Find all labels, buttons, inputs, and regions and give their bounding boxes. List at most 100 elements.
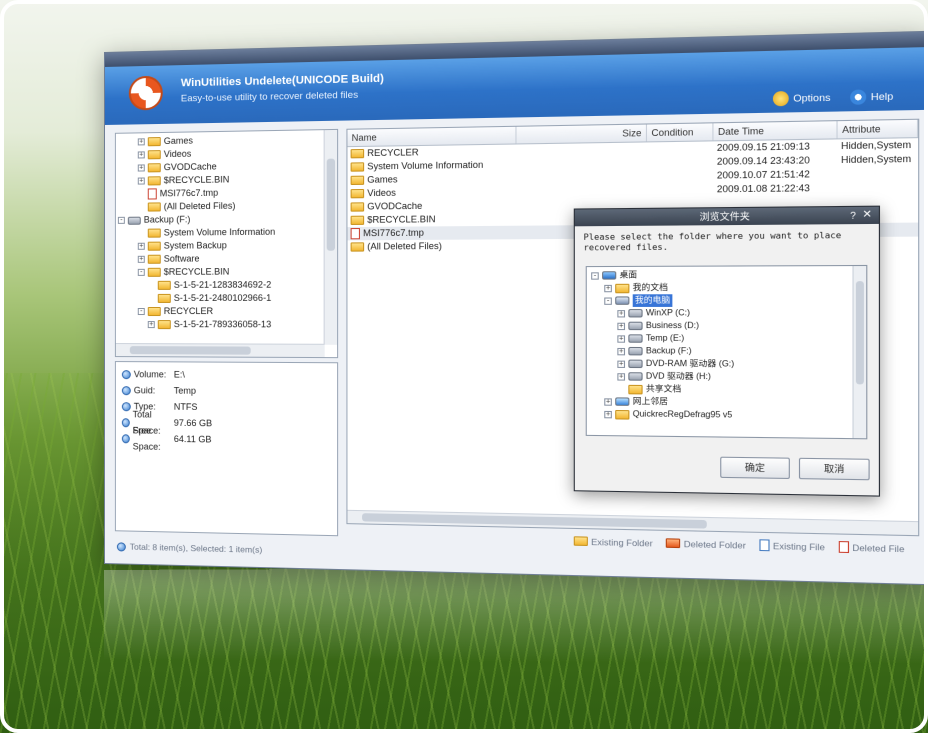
folder-icon	[147, 228, 161, 238]
drive-icon	[628, 372, 643, 381]
tree-item-label: S-1-5-21-2480102966-1	[173, 292, 272, 303]
info-key: Free Space:	[121, 422, 174, 455]
expand-icon[interactable]: +	[147, 321, 155, 329]
dialog-tree-item[interactable]: + 我的文档	[591, 281, 866, 294]
info-icon	[121, 433, 130, 443]
expand-icon[interactable]: +	[617, 309, 626, 317]
tree-hscroll-thumb[interactable]	[129, 346, 251, 355]
dialog-cancel-button[interactable]: 取消	[798, 457, 870, 481]
dialog-tree-item-label: Backup (F:)	[645, 345, 692, 356]
tree-item-label: Videos	[163, 148, 192, 160]
tree-vscroll-thumb[interactable]	[326, 158, 336, 251]
drive-tree[interactable]: + Games + Videos + GVODCache + $RECYCLE.BIN MSI7…	[114, 128, 339, 359]
tree-item[interactable]: - RECYCLER	[118, 305, 337, 318]
tree-horizontal-scrollbar[interactable]	[115, 343, 325, 358]
help-button[interactable]: Help	[850, 89, 893, 105]
file-list-hscroll-thumb[interactable]	[362, 513, 707, 529]
dialog-tree-item-label: DVD 驱动器 (H:)	[645, 371, 711, 382]
dialog-help-button[interactable]: ?	[850, 207, 856, 224]
dialog-close-button[interactable]: ✕	[862, 207, 872, 224]
expand-icon[interactable]: +	[137, 151, 145, 159]
file-attribute-cell: Hidden,System	[841, 139, 912, 152]
dialog-folder-tree[interactable]: - 桌面 + 我的文档 - 我的电脑 + WinXP (C:) + Business (D:) + T…	[585, 264, 868, 440]
file-name-cell: $RECYCLE.BIN	[347, 212, 516, 227]
folder-icon	[350, 175, 365, 186]
dialog-tree-item[interactable]: + Business (D:)	[591, 320, 866, 333]
file-name: GVODCache	[367, 200, 423, 212]
file-size-cell	[517, 184, 647, 199]
dialog-tree-scrollbar[interactable]	[852, 266, 867, 439]
tree-item[interactable]: + Software	[118, 252, 337, 266]
options-button[interactable]: Options	[772, 90, 830, 107]
tree-item[interactable]: S-1-5-21-1283834692-2	[118, 278, 337, 292]
tree-item-label: RECYCLER	[163, 305, 214, 317]
column-header[interactable]: Date Time	[713, 121, 838, 141]
column-header[interactable]: Size	[516, 124, 648, 144]
dialog-tree-item[interactable]: - 我的电脑	[591, 294, 866, 307]
dialog-tree-item-label: 我的电脑	[632, 294, 673, 307]
deleted-file-icon	[147, 188, 157, 200]
tree-item[interactable]: + System Backup	[118, 238, 337, 253]
dialog-tree-item[interactable]: + Temp (E:)	[591, 332, 866, 346]
status-text: Total: 8 item(s), Selected: 1 item(s)	[129, 541, 263, 555]
info-key: Guid:	[121, 382, 174, 398]
dialog-ok-button[interactable]: 确定	[720, 456, 790, 480]
folder-icon	[147, 306, 161, 317]
dialog-tree-item[interactable]: + QuickrecRegDefrag95 v5	[591, 408, 866, 424]
expand-icon[interactable]: +	[617, 360, 626, 368]
legend-label: Existing File	[772, 540, 825, 552]
dialog-titlebar[interactable]: 浏览文件夹 ? ✕	[574, 206, 879, 227]
expand-icon[interactable]: +	[137, 255, 145, 263]
expand-icon[interactable]: +	[617, 322, 626, 330]
column-header[interactable]: Name	[347, 126, 517, 147]
folder-icon	[147, 202, 161, 212]
collapse-icon[interactable]: -	[137, 308, 145, 316]
folder-icon	[350, 242, 365, 252]
dialog-tree-item[interactable]: - 桌面	[591, 268, 866, 282]
help-icon	[850, 89, 867, 105]
legend-item: Existing Folder	[573, 535, 653, 548]
collapse-icon[interactable]: -	[117, 216, 125, 224]
column-header[interactable]: Attribute	[837, 119, 919, 139]
column-header[interactable]: Condition	[647, 123, 714, 142]
info-icon	[116, 541, 126, 552]
collapse-icon[interactable]: -	[604, 296, 612, 305]
tree-vertical-scrollbar[interactable]	[323, 129, 338, 345]
dialog-tree-scroll-thumb[interactable]	[855, 281, 864, 385]
expand-icon[interactable]: +	[617, 372, 626, 381]
collapse-icon[interactable]: -	[137, 268, 145, 276]
collapse-icon[interactable]: -	[591, 271, 599, 280]
tree-item[interactable]: S-1-5-21-2480102966-1	[118, 292, 337, 305]
options-icon	[772, 91, 789, 107]
expand-icon[interactable]: +	[137, 177, 145, 185]
dialog-message: Please select the folder where you want …	[583, 230, 842, 253]
dialog-tree-item-label: Temp (E:)	[645, 333, 685, 343]
folder-icon	[615, 283, 630, 293]
expand-icon[interactable]: +	[604, 284, 612, 292]
file-condition-cell	[647, 141, 713, 156]
tree-item[interactable]: - $RECYCLE.BIN	[118, 265, 337, 279]
dialog-tree-item-label: 网上邻居	[632, 396, 668, 407]
drive-icon	[628, 334, 643, 343]
expand-icon[interactable]: +	[617, 334, 626, 343]
expand-icon[interactable]: +	[137, 242, 145, 250]
folder-icon	[628, 384, 643, 394]
expand-icon[interactable]: +	[604, 410, 612, 418]
info-key-label: Volume:	[133, 369, 167, 380]
file-name: (All Deleted Files)	[367, 240, 442, 252]
expand-icon[interactable]: +	[617, 347, 626, 355]
file-name: RECYCLER	[367, 147, 419, 159]
dialog-tree-item[interactable]: + WinXP (C:)	[591, 307, 866, 320]
file-list-horizontal-scrollbar[interactable]	[347, 509, 919, 536]
folder-icon	[615, 409, 630, 420]
tree-item-label: $RECYCLE.BIN	[163, 174, 230, 186]
info-row: Guid: Temp	[121, 382, 331, 400]
expand-icon[interactable]: +	[137, 164, 145, 172]
expand-icon[interactable]: +	[137, 138, 145, 146]
file-name: MSI776c7.tmp	[363, 227, 424, 239]
drive-icon	[628, 346, 643, 356]
tree-item[interactable]: + S-1-5-21-789336058-13	[118, 318, 337, 332]
existing-folder-icon	[573, 536, 588, 547]
file-name-cell: MSI776c7.tmp	[347, 226, 516, 241]
expand-icon[interactable]: +	[604, 397, 612, 406]
